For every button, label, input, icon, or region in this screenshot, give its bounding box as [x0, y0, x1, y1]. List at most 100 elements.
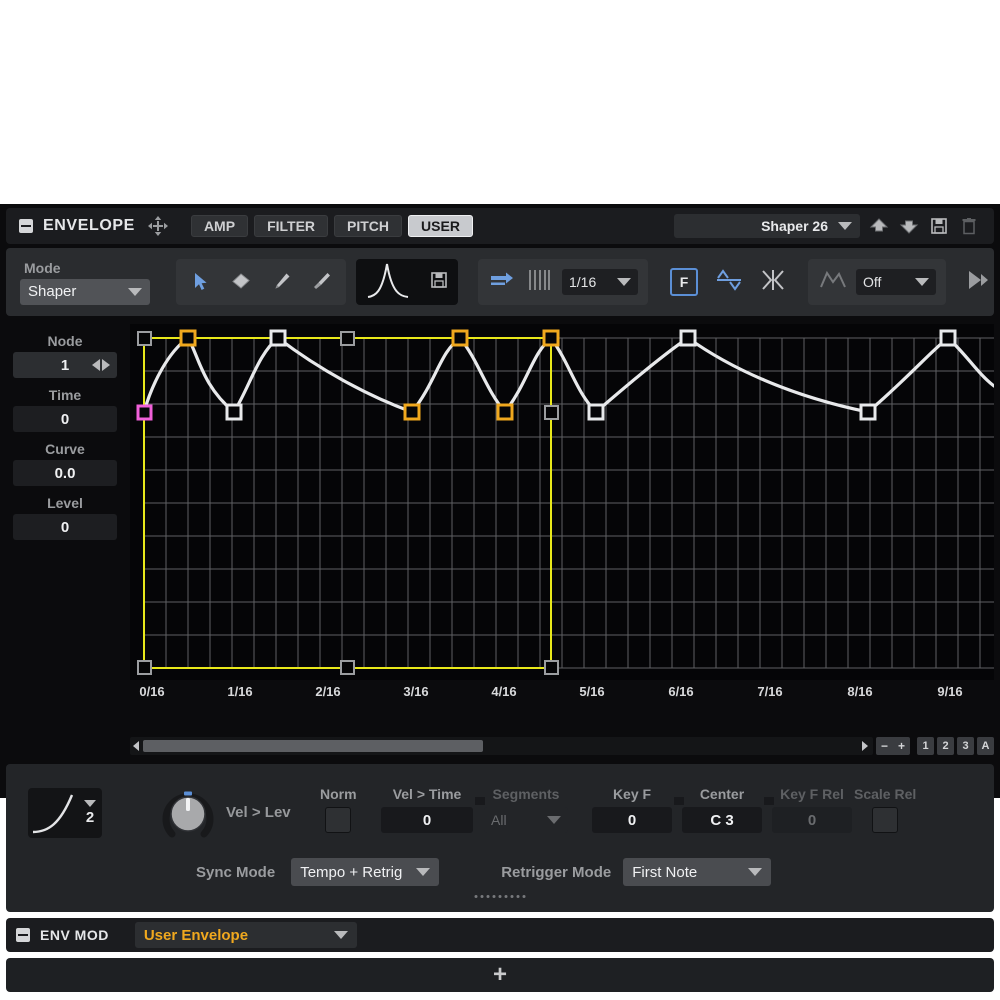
vel-to-level-knob[interactable] [160, 786, 216, 842]
play-end-button[interactable] [964, 267, 994, 298]
x-tick: 4/16 [491, 684, 517, 699]
chevron-down-icon [748, 868, 763, 876]
curve-label: Curve [45, 441, 85, 457]
store-shape-button[interactable] [428, 269, 450, 296]
sync-mode-select[interactable]: Tempo + Retrig [291, 858, 440, 886]
curve-shape-selector[interactable]: 2 [78, 788, 102, 838]
envelope-graph[interactable] [130, 324, 996, 680]
node-stepper[interactable]: 1 [13, 352, 117, 378]
tab-pitch[interactable]: PITCH [334, 215, 403, 237]
arrow-right-snap-icon[interactable] [488, 269, 516, 296]
node-stepper-arrows [92, 359, 110, 371]
chevron-down-icon [84, 800, 96, 807]
resize-dot [504, 895, 508, 898]
scroll-right-button[interactable] [859, 737, 871, 755]
curve-field[interactable]: 0.0 [13, 460, 117, 486]
zoom-stepper[interactable]: − + [876, 737, 910, 755]
vel-time-label: Vel > Time [392, 786, 462, 802]
resize-dot [516, 895, 520, 898]
mode-select[interactable]: Shaper [20, 278, 151, 305]
resize-handle[interactable] [474, 895, 526, 898]
x-tick: 8/16 [847, 684, 873, 699]
select-arrow-tool[interactable] [184, 265, 218, 299]
center-control: Center C 3 [682, 786, 762, 833]
envelope-peak-icon[interactable] [365, 260, 411, 305]
pencil-tool[interactable] [264, 265, 298, 299]
zoom-preset-3[interactable]: 3 [957, 737, 974, 755]
time-field[interactable]: 0 [13, 406, 117, 432]
delete-preset-button[interactable] [958, 215, 980, 237]
fill-envelope-icon[interactable] [818, 268, 848, 297]
minus-box-icon[interactable] [19, 219, 33, 233]
save-preset-button[interactable] [928, 215, 950, 237]
key-f-value[interactable]: 0 [592, 807, 672, 833]
center-value[interactable]: C 3 [682, 807, 762, 833]
zoom-preset-a[interactable]: A [977, 737, 994, 755]
segments-label: Segments [492, 786, 560, 802]
sync-mode-value: Tempo + Retrig [300, 863, 403, 881]
x-tick: 5/16 [579, 684, 605, 699]
minus-box-icon[interactable] [16, 928, 30, 942]
zoom-out-button[interactable]: − [881, 739, 888, 753]
add-modulation-bar[interactable]: + [6, 958, 994, 992]
retrigger-mode-value: First Note [632, 863, 698, 881]
mirror-icon[interactable] [760, 268, 786, 297]
node-label: Node [47, 333, 83, 349]
chevron-down-icon [547, 816, 561, 824]
scale-rel-checkbox[interactable] [872, 807, 899, 833]
vel-time-control: Vel > Time 0 [381, 786, 473, 833]
fill-select[interactable]: Off [856, 269, 936, 295]
env-mod-source-select[interactable]: User Envelope [134, 922, 357, 948]
x-tick: 6/16 [668, 684, 694, 699]
zoom-preset-1[interactable]: 1 [917, 737, 934, 755]
grid-lines-icon[interactable] [526, 268, 552, 297]
grid-resolution-select[interactable]: 1/16 [562, 269, 638, 295]
curve-shape-number: 2 [85, 809, 95, 826]
move-cross-icon[interactable] [147, 215, 169, 237]
next-preset-button[interactable] [898, 215, 920, 237]
retrigger-mode-select[interactable]: First Note [623, 858, 772, 886]
zoom-in-button[interactable]: + [898, 739, 905, 753]
titlebar: ENVELOPE AMP FILTER PITCH USER Shaper 26 [6, 208, 994, 244]
curve-shape-preview[interactable]: 2 [28, 788, 102, 838]
tab-amp[interactable]: AMP [190, 215, 249, 237]
tab-user[interactable]: USER [408, 215, 473, 237]
scale-rel-label: Scale Rel [854, 786, 917, 802]
node-handle [679, 329, 697, 347]
tab-filter[interactable]: FILTER [254, 215, 329, 237]
node-handle [451, 329, 469, 347]
x-tick: 3/16 [403, 684, 429, 699]
plus-icon[interactable]: + [493, 963, 507, 987]
key-f-rel-value[interactable]: 0 [772, 807, 852, 833]
preset-selector[interactable]: Shaper 26 [674, 214, 860, 238]
level-field[interactable]: 0 [13, 514, 117, 540]
eraser-tool[interactable] [224, 265, 258, 299]
node-handle [542, 329, 560, 347]
prev-preset-button[interactable] [868, 215, 890, 237]
resize-dot [492, 895, 496, 898]
key-f-rel-label: Key F Rel [780, 786, 844, 802]
scroll-left-button[interactable] [130, 737, 142, 755]
x-tick: 1/16 [227, 684, 253, 699]
scrollbar-thumb[interactable] [143, 740, 483, 752]
fixed-mode-button[interactable]: F [670, 268, 698, 296]
paintbrush-tool[interactable] [304, 265, 338, 299]
segments-select[interactable]: All [484, 807, 568, 833]
preset-name: Shaper 26 [761, 218, 828, 234]
segments-value: All [491, 812, 507, 828]
resize-dot [486, 895, 490, 898]
envelope-function-group: F [670, 267, 786, 298]
toolbar: Mode Shaper 1/16 F Off [6, 248, 994, 316]
triangle-left-icon[interactable] [92, 359, 100, 371]
vel-time-value[interactable]: 0 [381, 807, 473, 833]
mode-value: Shaper [28, 283, 77, 300]
zoom-preset-2[interactable]: 2 [937, 737, 954, 755]
sync-retrigger-row: Sync Mode Tempo + Retrig Retrigger Mode … [6, 856, 994, 888]
horizontal-scrollbar[interactable] [130, 737, 873, 755]
norm-control: Norm [320, 786, 357, 833]
x-tick: 7/16 [757, 684, 783, 699]
norm-checkbox[interactable] [325, 807, 352, 833]
triangle-right-icon[interactable] [102, 359, 110, 371]
bipolar-wave-icon[interactable] [714, 267, 744, 298]
grid-value: 1/16 [569, 274, 597, 290]
